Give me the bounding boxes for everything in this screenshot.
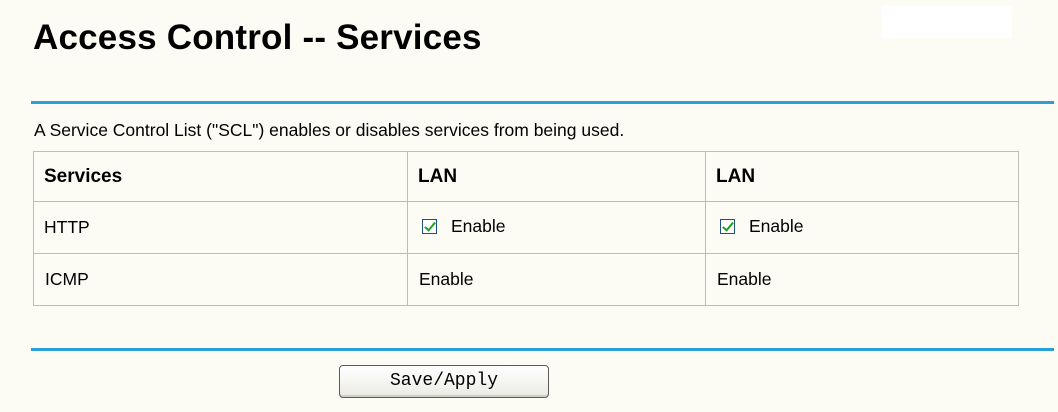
- header-lan-1: LAN: [407, 151, 706, 202]
- enable-label: Enable: [451, 216, 506, 236]
- page-description: A Service Control List ("SCL") enables o…: [34, 120, 625, 140]
- service-name-icmp: ICMP: [33, 253, 408, 306]
- page-title: Access Control -- Services: [33, 18, 482, 57]
- top-divider: [31, 101, 1054, 104]
- service-control-table: Services LAN LAN HTTP Enable Enable ICMP…: [33, 151, 1019, 306]
- service-name-http: HTTP: [33, 201, 408, 254]
- http-lan-2-cell: Enable: [705, 201, 1019, 254]
- table-row-http: HTTP Enable Enable: [33, 201, 1019, 254]
- table-header-row: Services LAN LAN: [33, 151, 1019, 202]
- bottom-divider: [31, 348, 1054, 351]
- table-row-icmp: ICMP Enable Enable: [33, 253, 1019, 306]
- save-apply-button[interactable]: Save/Apply: [339, 365, 549, 398]
- icmp-lan-1-status: Enable: [407, 253, 706, 306]
- http-lan-2-toggle[interactable]: Enable: [716, 216, 804, 237]
- header-lan-2: LAN: [705, 151, 1019, 202]
- header-services: Services: [33, 151, 408, 202]
- checkbox-checked-icon[interactable]: [422, 219, 437, 234]
- http-lan-1-toggle[interactable]: Enable: [418, 216, 506, 237]
- blank-panel: [882, 6, 1012, 38]
- icmp-lan-2-status: Enable: [705, 253, 1019, 306]
- http-lan-1-cell: Enable: [407, 201, 706, 254]
- enable-label: Enable: [749, 216, 804, 236]
- checkbox-checked-icon[interactable]: [720, 219, 735, 234]
